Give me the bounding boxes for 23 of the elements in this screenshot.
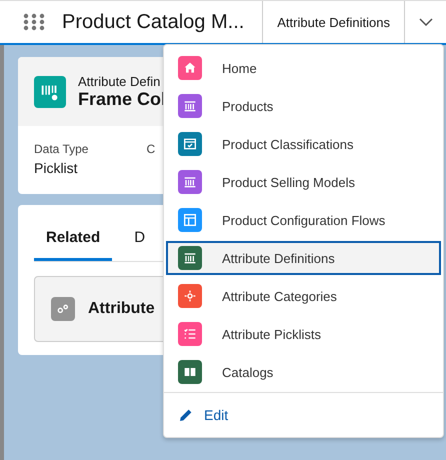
- menu-item[interactable]: Catalogs: [166, 353, 441, 391]
- related-list-title: Attribute: [88, 300, 155, 318]
- menu-item[interactable]: Product Configuration Flows: [166, 201, 441, 239]
- tab[interactable]: D: [122, 219, 158, 261]
- app-launcher-icon[interactable]: [23, 13, 45, 31]
- gears-icon: [51, 297, 75, 321]
- menu-item[interactable]: Products: [166, 87, 441, 125]
- menu-item[interactable]: Attribute Picklists: [166, 315, 441, 353]
- menu-item[interactable]: Product Classifications: [166, 125, 441, 163]
- menu-item[interactable]: Product Selling Models: [166, 163, 441, 201]
- field-label: C: [146, 142, 156, 156]
- app-name: Product Catalog M...: [62, 10, 246, 34]
- menu-item[interactable]: Attribute Definitions: [166, 241, 441, 275]
- object-label: Attribute Defin: [78, 74, 162, 88]
- menu-item[interactable]: Home: [166, 49, 441, 87]
- pencil-icon: [178, 407, 194, 423]
- tab[interactable]: Related: [34, 219, 112, 261]
- field-label: Data Type: [34, 142, 88, 156]
- field-value: Picklist: [34, 160, 79, 176]
- menu-item[interactable]: Attribute Categories: [166, 277, 441, 315]
- chevron-down-icon: [418, 18, 432, 26]
- edit-button[interactable]: Edit: [176, 405, 230, 425]
- barcode-icon: [34, 76, 66, 108]
